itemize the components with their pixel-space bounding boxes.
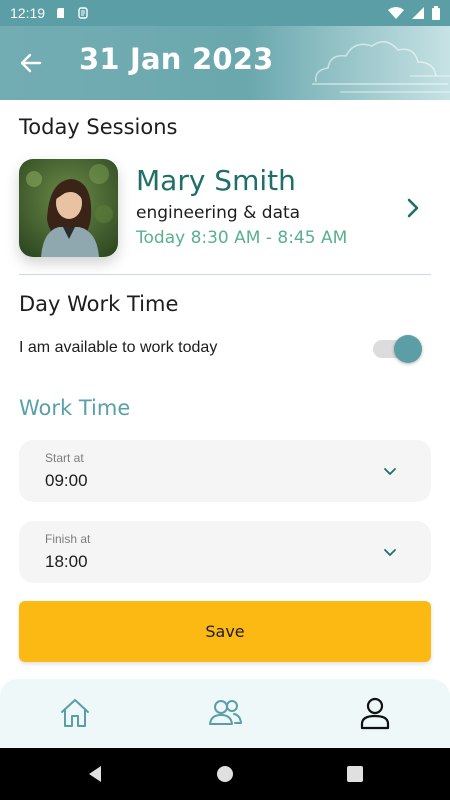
finish-time-dropdown[interactable]: Finish at 18:00 [19,521,431,583]
signal-icon [412,7,424,19]
availability-toggle[interactable] [373,334,423,364]
home-circle-icon[interactable] [215,764,235,784]
home-icon [61,699,89,727]
avatar [19,159,118,257]
finish-time-label: Finish at [45,532,91,546]
finish-time-value: 18:00 [45,552,88,571]
chevron-down-icon [384,549,396,556]
status-time: 12:19 [10,5,46,21]
day-work-time-title: Day Work Time [19,292,179,316]
page-title: 31 Jan 2023 [79,42,274,76]
wifi-icon [388,7,404,19]
bottom-navigation [0,679,450,748]
save-button[interactable]: Save [19,601,431,662]
start-time-dropdown[interactable]: Start at 09:00 [19,440,431,502]
work-time-title: Work Time [19,396,131,420]
session-time: Today 8:30 AM - 8:45 AM [136,228,348,248]
chevron-right-icon[interactable] [401,196,425,220]
back-triangle-icon[interactable] [85,764,105,784]
back-button[interactable] [16,48,46,78]
cloud-decoration-icon [312,41,450,93]
today-sessions-title: Today Sessions [19,115,178,139]
divider [19,274,431,275]
nav-home[interactable] [55,693,95,733]
people-icon [209,700,242,725]
status-bar: 12:19 [0,0,450,26]
start-time-label: Start at [45,451,84,465]
availability-label: I am available to work today [19,339,218,356]
battery-icon [432,6,440,20]
nav-people[interactable] [205,693,245,733]
system-navigation-bar [0,748,450,800]
notification-icon [78,7,88,19]
profile-icon [360,697,390,730]
app-bar: 31 Jan 2023 [0,26,450,100]
arrow-left-icon [20,53,42,73]
session-name: Mary Smith [136,164,296,197]
nav-profile[interactable] [355,693,395,733]
start-time-value: 09:00 [45,471,88,490]
sd-card-icon [57,8,65,18]
recents-square-icon[interactable] [345,764,365,784]
chevron-down-icon [384,468,396,475]
session-role: engineering & data [136,203,301,223]
toggle-thumb [394,335,422,363]
person-photo-icon [19,159,118,257]
